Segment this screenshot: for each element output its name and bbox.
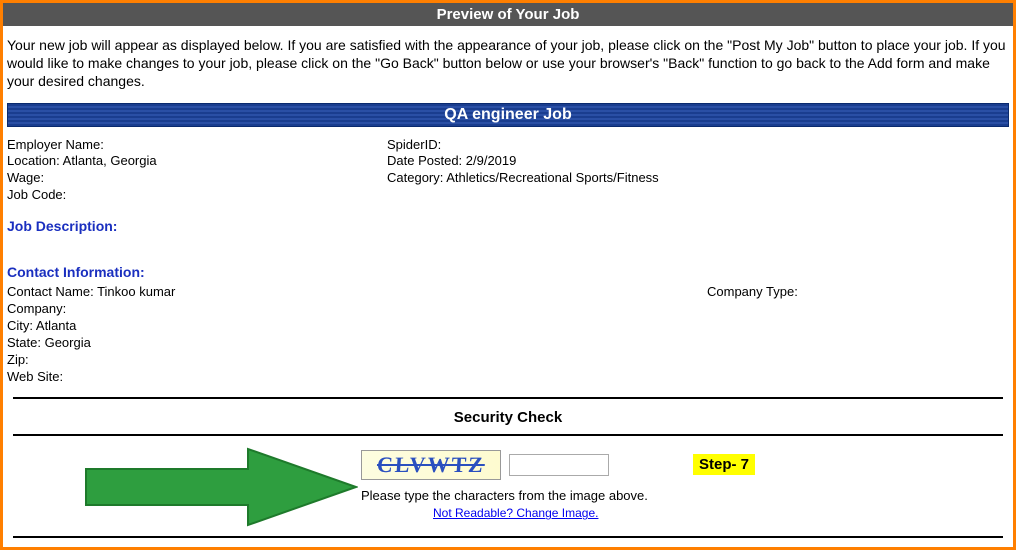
spiderid-label: SpiderID: xyxy=(387,137,747,154)
security-check-heading: Security Check xyxy=(3,405,1013,428)
zip-label: Zip: xyxy=(7,352,707,369)
divider xyxy=(13,434,1003,436)
buttons-row: << Go Back Post My Job xyxy=(3,544,1013,550)
arrow-right-icon xyxy=(78,447,358,527)
step-badge: Step- 7 xyxy=(693,454,755,475)
change-captcha-link[interactable]: Not Readable? Change Image. xyxy=(433,506,598,520)
job-title-bar: QA engineer Job xyxy=(7,103,1009,127)
contact-information-heading: Contact Information: xyxy=(3,256,1013,284)
company-type-label: Company Type: xyxy=(707,284,1009,301)
state-line: State: Georgia xyxy=(7,335,707,352)
wage-label: Wage: xyxy=(7,170,387,187)
page-title-bar: Preview of Your Job xyxy=(3,3,1013,26)
job-code-label: Job Code: xyxy=(7,187,387,204)
city-line: City: Atlanta xyxy=(7,318,707,335)
security-row: CLVWTZ Please type the characters from t… xyxy=(3,442,1013,530)
date-posted-line: Date Posted: 2/9/2019 xyxy=(387,153,747,170)
divider xyxy=(13,397,1003,399)
job-details: Employer Name: Location: Atlanta, Georgi… xyxy=(3,127,1013,211)
contact-block: Contact Name: Tinkoo kumar Company: City… xyxy=(3,284,1013,391)
captcha-image: CLVWTZ xyxy=(361,450,501,480)
company-label: Company: xyxy=(7,301,707,318)
category-line: Category: Athletics/Recreational Sports/… xyxy=(387,170,747,187)
page-title: Preview of Your Job xyxy=(437,6,580,23)
website-label: Web Site: xyxy=(7,369,707,386)
captcha-instruction: Please type the characters from the imag… xyxy=(361,488,648,503)
captcha-text: CLVWTZ xyxy=(376,452,486,478)
location-line: Location: Atlanta, Georgia xyxy=(7,153,387,170)
contact-name-line: Contact Name: Tinkoo kumar xyxy=(7,284,707,301)
captcha-input[interactable] xyxy=(509,454,609,476)
job-title: QA engineer Job xyxy=(444,106,571,123)
intro-text: Your new job will appear as displayed be… xyxy=(3,26,1013,103)
job-description-heading: Job Description: xyxy=(3,210,1013,238)
employer-name-label: Employer Name: xyxy=(7,137,387,154)
divider xyxy=(13,536,1003,538)
